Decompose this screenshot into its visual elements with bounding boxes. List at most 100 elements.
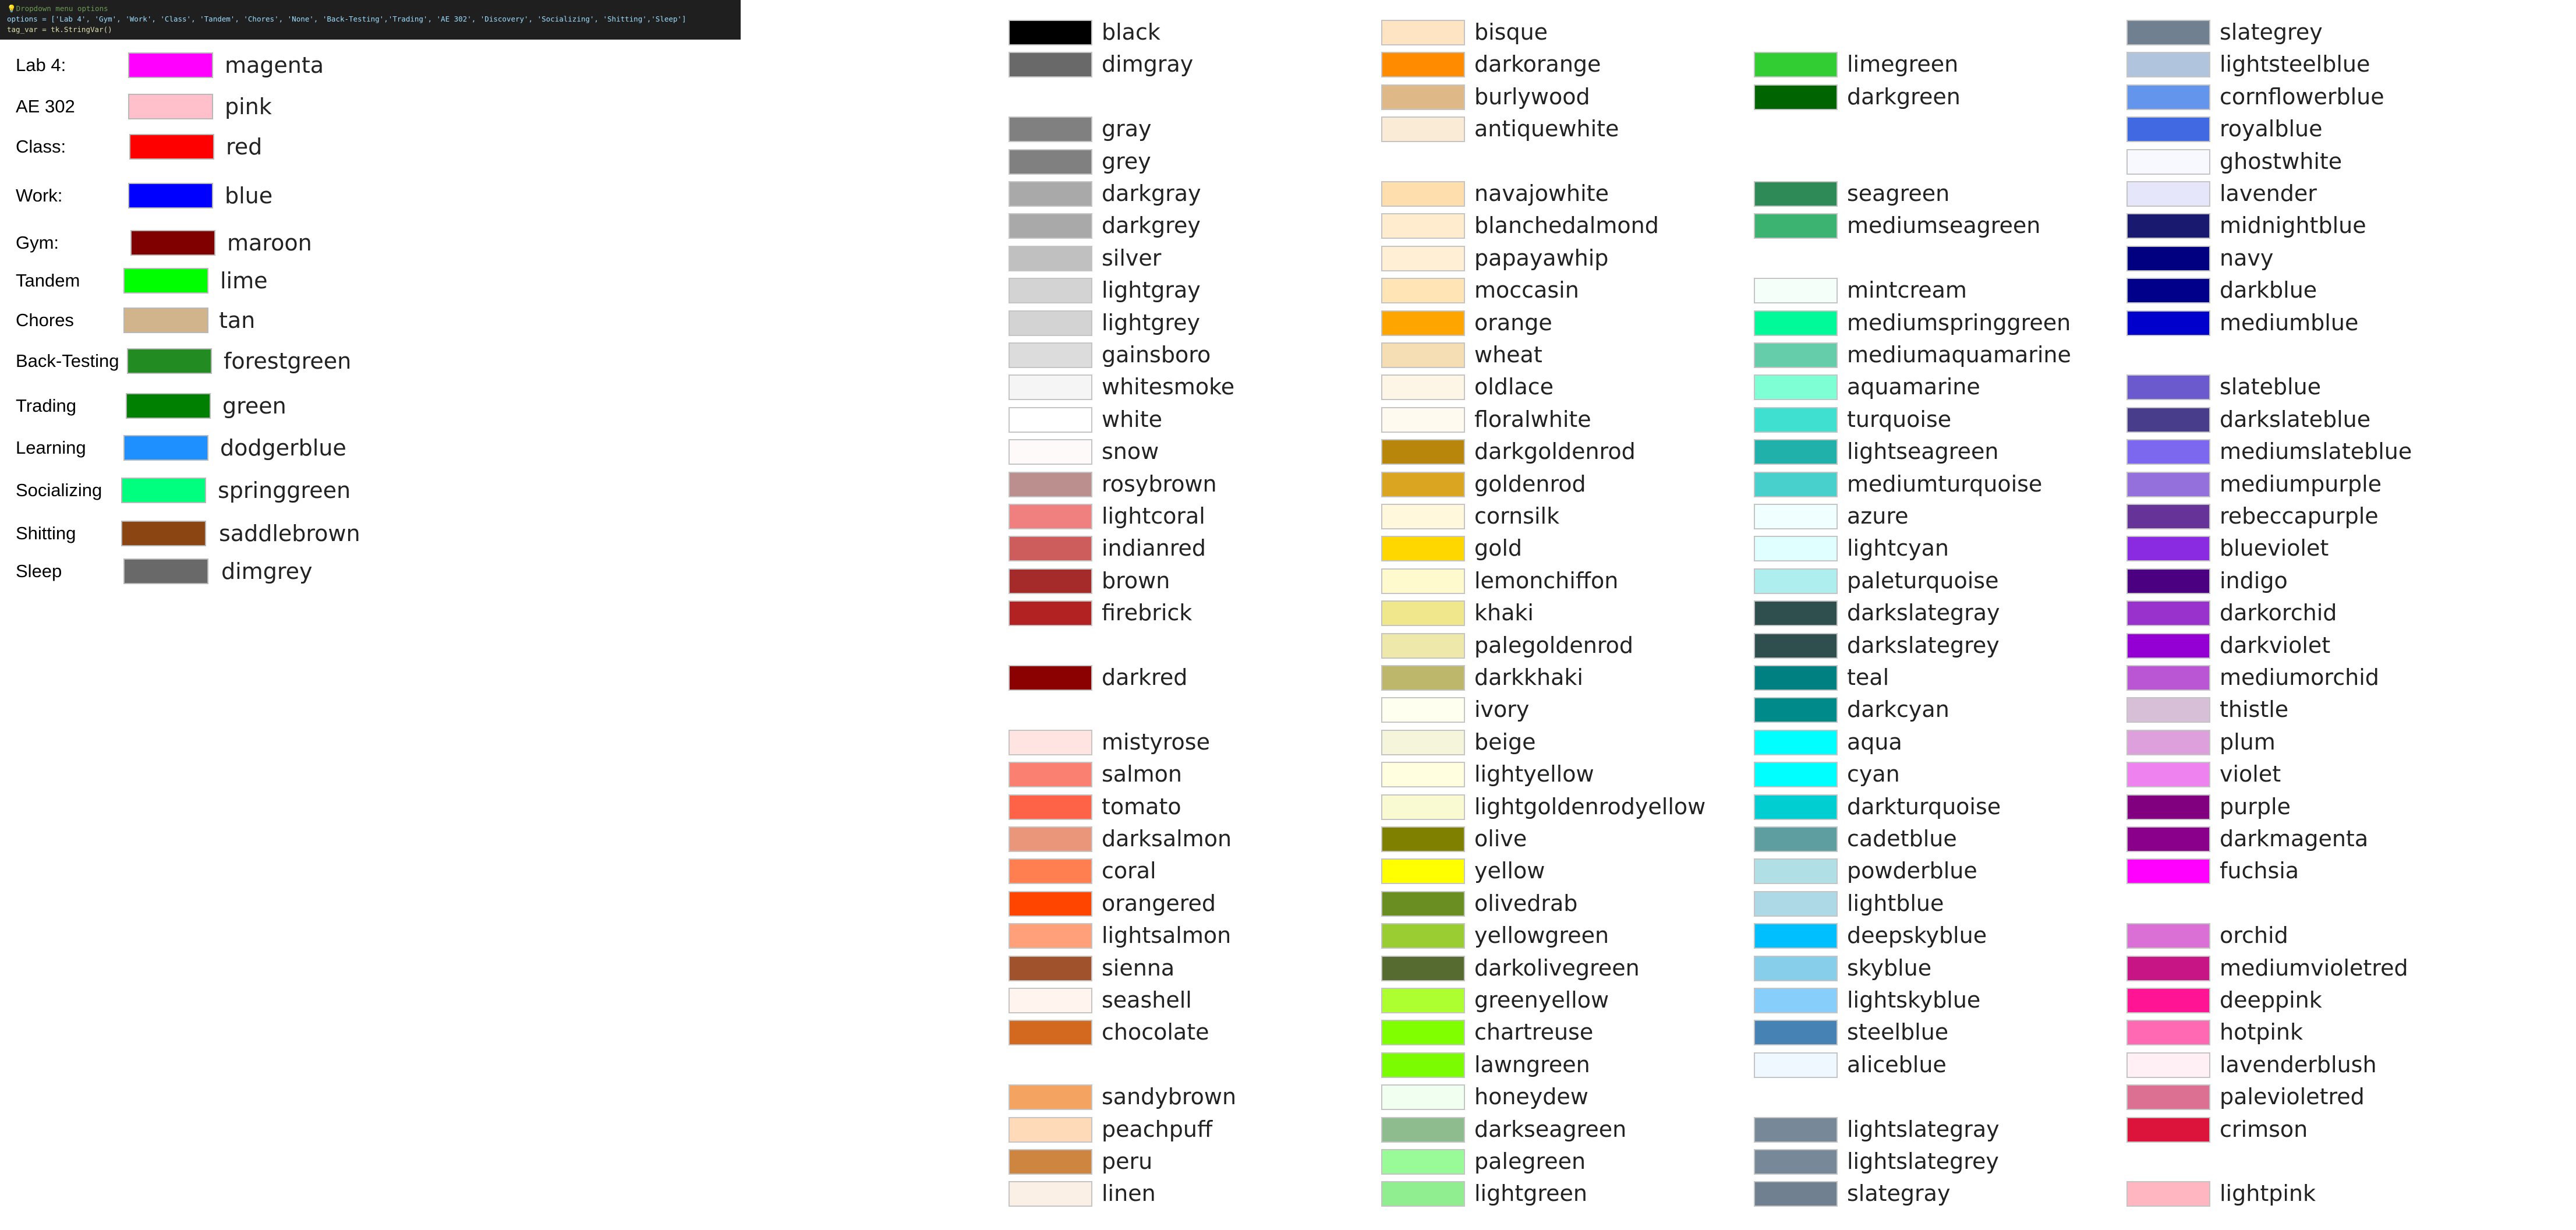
color-swatch: [1009, 730, 1092, 755]
color-name: snow: [1102, 439, 1159, 464]
color-swatch: [1009, 600, 1092, 626]
color-name: azure: [1847, 503, 1909, 529]
color-entry: steelblue: [1751, 1016, 2124, 1048]
color-swatch: [1381, 730, 1465, 755]
color-entry: darkgrey: [1006, 210, 1379, 242]
color-swatch: [1381, 923, 1465, 949]
color-entry: palegreen: [1379, 1146, 1751, 1178]
color-name: aquamarine: [1847, 374, 1980, 400]
color-name: lightslategrey: [1847, 1148, 1999, 1174]
color-swatch: [2126, 20, 2210, 45]
color-swatch: [2126, 472, 2210, 497]
color-entry: royalblue: [2124, 113, 2497, 145]
color-entry: ghostwhite: [2124, 146, 2497, 178]
color-swatch: [2126, 278, 2210, 303]
color-name: slategray: [1847, 1180, 1951, 1206]
color-swatch: [2126, 697, 2210, 723]
color-name: darkgrey: [1102, 213, 1201, 238]
color-entry: bisque: [1379, 16, 1751, 48]
tag-color-swatch: [130, 230, 215, 256]
color-entry: lavenderblush: [2124, 1049, 2497, 1081]
color-name: lightblue: [1847, 890, 1944, 916]
color-name: papayawhip: [1474, 245, 1609, 271]
color-swatch: [1009, 1117, 1092, 1143]
tag-legend-row: Trading green: [0, 390, 408, 422]
color-name: bisque: [1474, 19, 1548, 45]
color-swatch: [1009, 762, 1092, 787]
color-entry: lightslategray: [1751, 1114, 2124, 1146]
color-swatch: [1381, 1020, 1465, 1045]
color-entry: palevioletred: [2124, 1081, 2497, 1113]
color-entry: mediumslateblue: [2124, 436, 2497, 468]
tag-legend-row: Tandem lime: [0, 264, 408, 297]
color-swatch: [1754, 988, 1838, 1013]
color-swatch: [1754, 1020, 1838, 1045]
color-column: black dimgray gray grey darkgray darkgrey silv…: [1006, 16, 1379, 1222]
color-name: firebrick: [1102, 600, 1193, 625]
color-swatch: [1009, 1149, 1092, 1175]
color-name: darkturquoise: [1847, 794, 2001, 819]
color-name: gainsboro: [1102, 342, 1211, 367]
color-entry: purple: [2124, 791, 2497, 823]
color-swatch: [1754, 600, 1838, 626]
color-swatch: [1754, 762, 1838, 787]
color-entry: lemonchiffon: [1379, 565, 1751, 597]
color-name: olive: [1474, 826, 1527, 851]
tag-color-name: lime: [220, 268, 268, 294]
color-swatch: [1009, 536, 1092, 561]
color-entry: mediumturquoise: [1751, 468, 2124, 500]
color-entry: thistle: [2124, 694, 2497, 726]
color-swatch: [1009, 794, 1092, 820]
color-entry: mediumblue: [2124, 307, 2497, 339]
color-entry: yellow: [1379, 855, 1751, 887]
color-entry: lightskyblue: [1751, 984, 2124, 1016]
color-name: darkred: [1102, 665, 1188, 690]
code-editor-snippet: 💡Dropdown menu options options = ['Lab 4'…: [0, 0, 741, 40]
color-name: mintcream: [1847, 277, 1967, 303]
tag-color-name: magenta: [225, 52, 324, 78]
color-swatch: [2126, 568, 2210, 594]
color-swatch: [1381, 1181, 1465, 1207]
color-name: lightsalmon: [1102, 922, 1232, 948]
color-swatch: [2126, 310, 2210, 336]
color-name: chocolate: [1102, 1019, 1209, 1045]
color-swatch: [1754, 697, 1838, 723]
color-entry: seashell: [1006, 984, 1379, 1016]
color-column: slategrey lightsteelblue cornflowerblue roy…: [2124, 16, 2497, 1222]
color-name: darkgray: [1102, 181, 1201, 206]
color-name: lightskyblue: [1847, 987, 1981, 1013]
color-name: aliceblue: [1847, 1052, 1947, 1077]
tag-color-swatch: [126, 393, 211, 419]
color-name: mediumorchid: [2220, 665, 2379, 690]
color-entry: paleturquoise: [1751, 565, 2124, 597]
color-name: cadetblue: [1847, 826, 1957, 851]
color-entry: lightblue: [1751, 888, 2124, 920]
color-name: lawngreen: [1474, 1052, 1590, 1077]
color-entry: snow: [1006, 436, 1379, 468]
color-name: whitesmoke: [1102, 374, 1235, 400]
color-name: yellow: [1474, 858, 1545, 883]
color-entry: indianred: [1006, 532, 1379, 564]
color-swatch: [1009, 568, 1092, 594]
color-entry: lightyellow: [1379, 758, 1751, 790]
color-swatch: [1381, 826, 1465, 852]
color-entry: rosybrown: [1006, 468, 1379, 500]
color-name: seashell: [1102, 987, 1192, 1013]
code-line-tag-var: tag_var = tk.StringVar(): [7, 25, 112, 34]
color-name: lightslategray: [1847, 1116, 2000, 1142]
tag-label: Trading: [16, 395, 76, 416]
color-entry: lightcoral: [1006, 500, 1379, 532]
color-name: moccasin: [1474, 277, 1579, 303]
color-swatch: [2126, 374, 2210, 400]
color-name: floralwhite: [1474, 407, 1591, 432]
color-swatch: [2126, 246, 2210, 271]
color-name: plum: [2220, 729, 2276, 755]
color-swatch: [1381, 891, 1465, 917]
color-name: yellowgreen: [1474, 922, 1609, 948]
color-swatch: [2126, 1020, 2210, 1045]
color-name: fuchsia: [2220, 858, 2299, 883]
tag-legend-row: Work: blue: [0, 179, 408, 212]
color-entry: burlywood: [1379, 81, 1751, 113]
color-entry: orangered: [1006, 888, 1379, 920]
color-entry: honeydew: [1379, 1081, 1751, 1113]
